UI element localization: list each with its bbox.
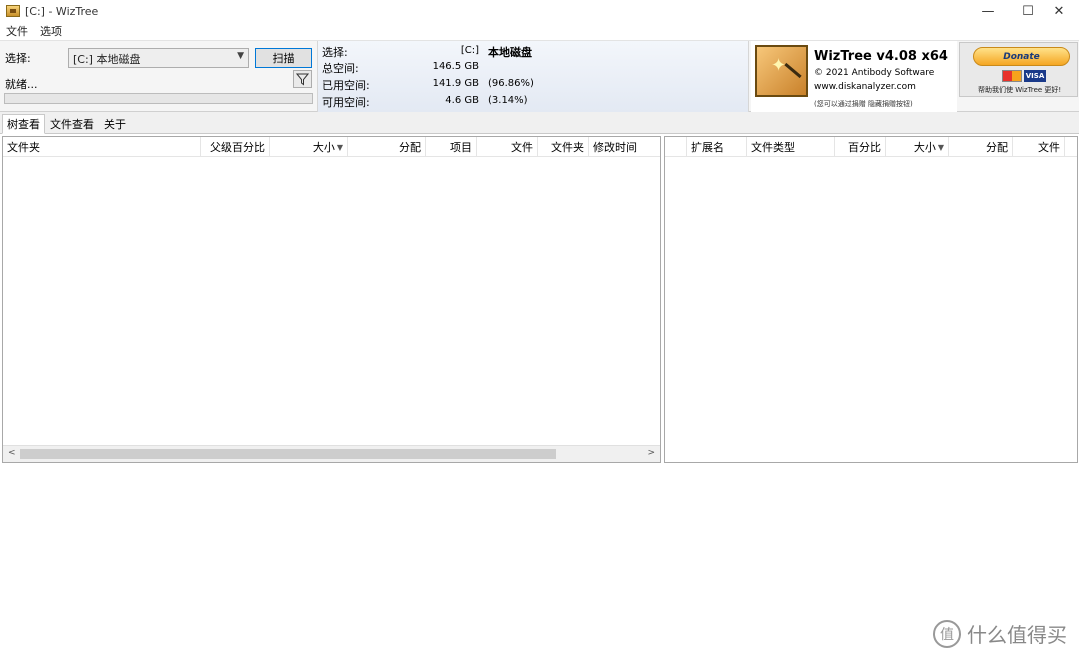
col-size[interactable]: 大小 ▼ — [270, 137, 348, 157]
donate-panel: Donate VISA 帮助我们使 WizTree 更好! — [959, 42, 1078, 97]
watermark: 值 什么值得买 — [933, 619, 1067, 648]
donate-note: 帮助我们使 WizTree 更好! — [978, 86, 1062, 94]
watermark-logo-icon: 值 — [933, 619, 961, 648]
tree-view-panel[interactable]: 文件夹 父级百分比 大小 ▼ 分配 项目 文件 文件夹 修改时间 < > — [2, 136, 661, 463]
wand-icon — [784, 62, 802, 79]
col-size-label: 大小 — [312, 141, 335, 154]
drive-select-value: [C:] 本地磁盘 — [73, 53, 141, 66]
col-files[interactable]: 文件 — [477, 137, 538, 157]
menu-file[interactable]: 文件 — [0, 23, 34, 39]
scroll-left-icon[interactable]: < — [8, 448, 16, 458]
filter-button[interactable] — [293, 70, 312, 88]
stats-select-drive: [C:] — [460, 45, 479, 56]
free-space-percent: (3.14%) — [488, 95, 528, 106]
col-percent[interactable]: 百分比 — [835, 137, 886, 157]
disk-stats-panel: 选择: [C:] 本地磁盘 总空间: 146.5 GB 已用空间: 141.9 … — [317, 41, 749, 112]
close-button[interactable]: ✕ — [1037, 0, 1079, 22]
sort-desc-icon: ▼ — [937, 142, 944, 152]
stats-select-label: 选择: — [322, 46, 348, 59]
col-ext-size[interactable]: 大小 ▼ — [886, 137, 949, 157]
extension-header-row: 扩展名 文件类型 百分比 大小 ▼ 分配 文件 — [665, 137, 1077, 157]
scrollbar-thumb[interactable] — [20, 449, 556, 459]
used-space-percent: (96.86%) — [488, 78, 534, 89]
col-allocated[interactable]: 分配 — [348, 137, 426, 157]
watermark-text: 什么值得买 — [967, 623, 1067, 647]
mastercard-icon — [1002, 70, 1022, 82]
col-ext-allocated[interactable]: 分配 — [949, 137, 1013, 157]
tree-header-row: 文件夹 父级百分比 大小 ▼ 分配 项目 文件 文件夹 修改时间 — [3, 137, 660, 157]
donate-button[interactable]: Donate — [973, 47, 1070, 66]
about-logo-area: ✦ WizTree v4.08 x64 © 2021 Antibody Soft… — [751, 41, 957, 112]
free-space-label: 可用空间: — [322, 96, 370, 109]
visa-icon: VISA — [1024, 70, 1046, 82]
col-ext-files[interactable]: 文件 — [1013, 137, 1065, 157]
col-color[interactable] — [665, 137, 687, 157]
col-items[interactable]: 项目 — [426, 137, 477, 157]
copyright-text: © 2021 Antibody Software — [814, 68, 935, 78]
col-folder[interactable]: 文件夹 — [3, 137, 201, 157]
tab-file-view[interactable]: 文件查看 — [46, 114, 98, 134]
menu-bar: 文件 选项 — [0, 22, 1079, 40]
window-title: [C:] - WizTree — [25, 4, 99, 18]
col-extension[interactable]: 扩展名 — [687, 137, 747, 157]
tab-bar: 树查看 文件查看 关于 — [0, 112, 1079, 134]
col-folders[interactable]: 文件夹 — [538, 137, 589, 157]
col-parent-percent[interactable]: 父级百分比 — [201, 137, 270, 157]
scan-progress-bar — [4, 93, 313, 104]
wiztree-logo[interactable]: ✦ — [755, 45, 808, 97]
used-space-value: 141.9 GB — [432, 78, 479, 89]
drive-select[interactable]: [C:] 本地磁盘 ▼ — [68, 48, 249, 68]
website-link[interactable]: www.diskanalyzer.com — [814, 82, 916, 92]
col-ext-size-label: 大小 — [913, 141, 936, 154]
sort-desc-icon: ▼ — [336, 142, 343, 152]
top-panel: 选择: [C:] 本地磁盘 ▼ 扫描 就绪... 选择: [C:] 本地磁盘 总… — [0, 40, 1079, 112]
extension-panel[interactable]: 扩展名 文件类型 百分比 大小 ▼ 分配 文件 — [664, 136, 1078, 463]
app-version-title: WizTree v4.08 x64 — [814, 49, 948, 64]
chevron-down-icon: ▼ — [237, 51, 244, 61]
status-text: 就绪... — [5, 78, 38, 91]
filter-icon — [296, 73, 309, 85]
select-label: 选择: — [5, 52, 31, 65]
horizontal-scrollbar[interactable]: < > — [3, 445, 660, 462]
total-space-value: 146.5 GB — [432, 61, 479, 72]
used-space-label: 已用空间: — [322, 79, 370, 92]
stats-select-name: 本地磁盘 — [488, 46, 532, 59]
menu-options[interactable]: 选项 — [34, 23, 68, 39]
donate-hint: (您可以通过捐赠 隐藏捐赠按钮) — [814, 100, 913, 108]
scroll-right-icon[interactable]: > — [647, 448, 655, 458]
tab-tree-view[interactable]: 树查看 — [2, 114, 45, 134]
tab-about[interactable]: 关于 — [100, 114, 130, 134]
free-space-value: 4.6 GB — [445, 95, 479, 106]
app-icon — [6, 5, 20, 17]
col-modified[interactable]: 修改时间 — [589, 137, 660, 157]
scan-button[interactable]: 扫描 — [255, 48, 312, 68]
col-file-type[interactable]: 文件类型 — [747, 137, 835, 157]
total-space-label: 总空间: — [322, 62, 359, 75]
minimize-button[interactable]: — — [966, 0, 1010, 22]
title-bar: [C:] - WizTree — ☐ ✕ — [0, 0, 1079, 22]
